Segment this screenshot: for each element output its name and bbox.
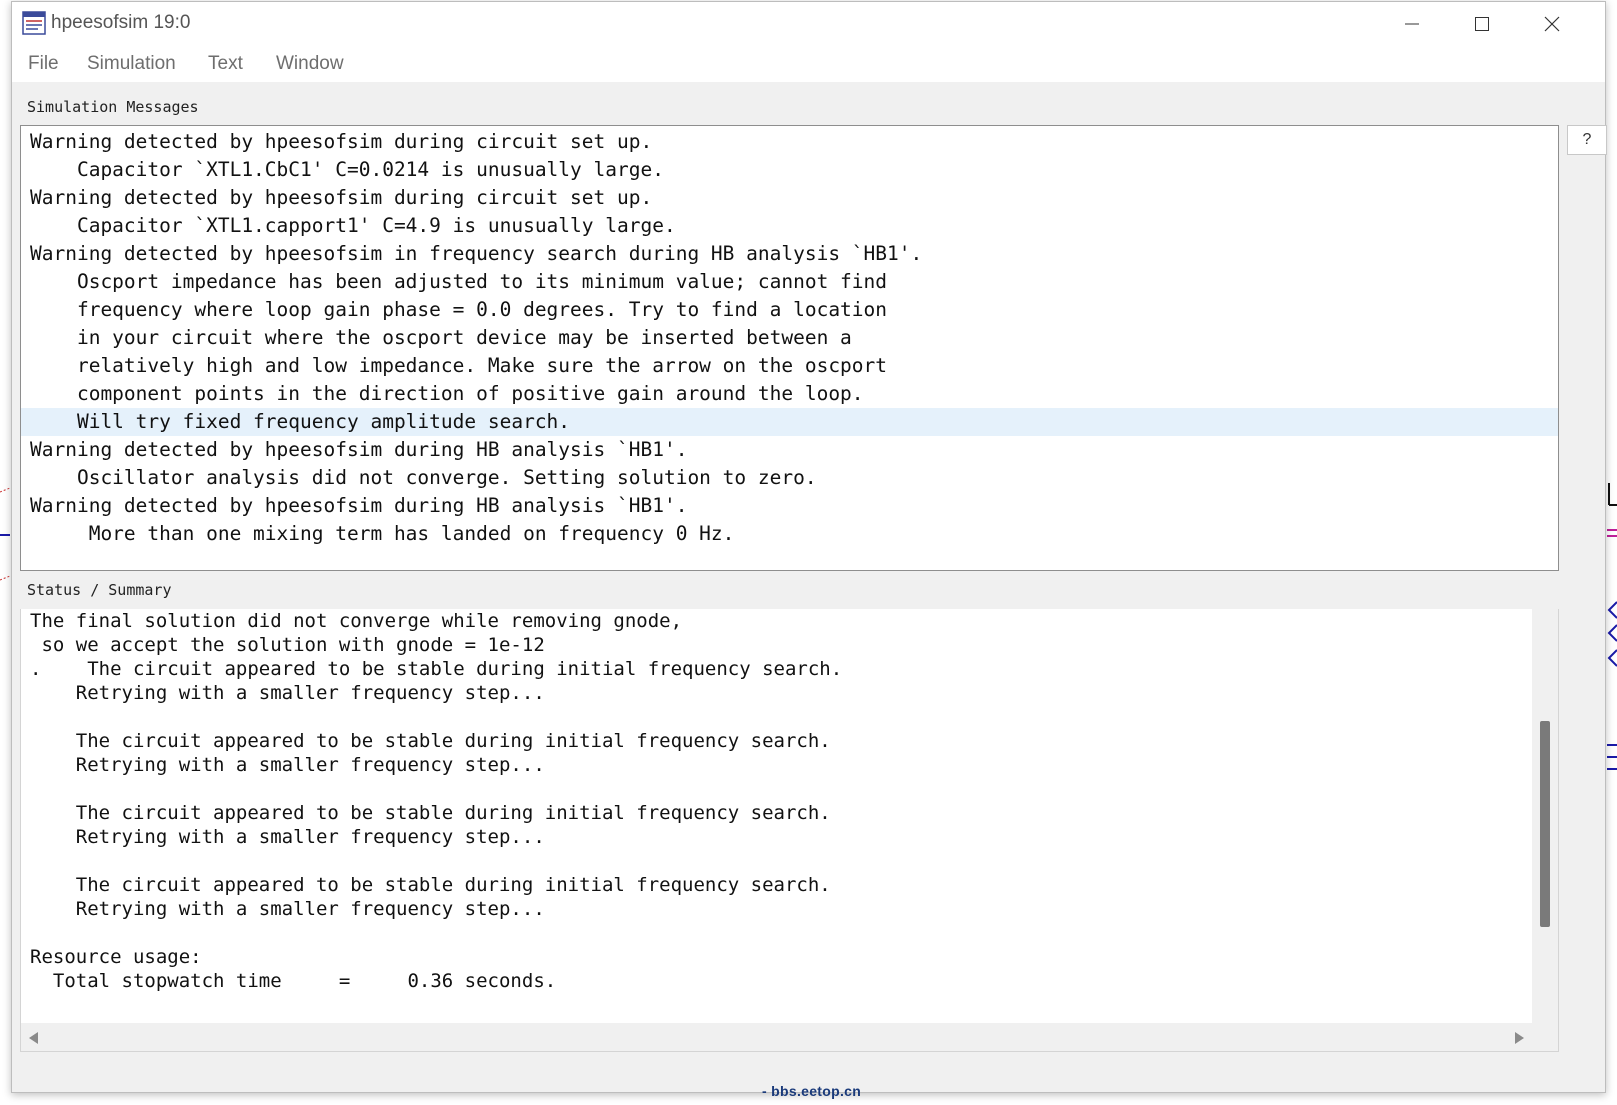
- close-icon: [1544, 16, 1560, 32]
- message-line[interactable]: relatively high and low impedance. Make …: [21, 352, 1558, 380]
- status-line: so we accept the solution with gnode = 1…: [30, 634, 545, 656]
- status-line: [21, 777, 1526, 801]
- message-line[interactable]: Warning detected by hpeesofsim in freque…: [21, 240, 1558, 268]
- status-line: Retrying with a smaller frequency step..…: [30, 754, 545, 776]
- message-line[interactable]: Warning detected by hpeesofsim during ci…: [21, 128, 1558, 156]
- horizontal-scrollbar[interactable]: [21, 1023, 1558, 1051]
- menu-window[interactable]: Window: [276, 52, 344, 76]
- scroll-right-icon[interactable]: [1515, 1032, 1524, 1044]
- minimize-button[interactable]: [1377, 2, 1447, 46]
- message-line[interactable]: in your circuit where the oscport device…: [21, 324, 1558, 352]
- simulation-messages-label: Simulation Messages: [27, 98, 199, 116]
- status-line: Retrying with a smaller frequency step..…: [30, 898, 545, 920]
- menu-file[interactable]: File: [28, 52, 59, 76]
- status-line: The final solution did not converge whil…: [30, 610, 683, 632]
- menu-text[interactable]: Text: [208, 52, 243, 76]
- menu-simulation[interactable]: Simulation: [87, 52, 176, 76]
- watermark: - bbs.eetop.cn: [762, 1083, 862, 1099]
- message-line[interactable]: component points in the direction of pos…: [21, 380, 1558, 408]
- status-line: [21, 705, 1526, 729]
- scroll-left-icon[interactable]: [29, 1032, 38, 1044]
- status-line: The circuit appeared to be stable during…: [30, 730, 831, 752]
- message-line[interactable]: Warning detected by hpeesofsim during HB…: [21, 436, 1558, 464]
- title-bar[interactable]: hpeesofsim 19:0: [12, 2, 1605, 46]
- message-line[interactable]: Warning detected by hpeesofsim during HB…: [21, 492, 1558, 520]
- message-line[interactable]: Oscport impedance has been adjusted to i…: [21, 268, 1558, 296]
- status-line: Total stopwatch time = 0.36 seconds.: [30, 970, 557, 992]
- message-line[interactable]: Oscillator analysis did not converge. Se…: [21, 464, 1558, 492]
- maximize-icon: [1475, 17, 1489, 31]
- status-line: Resource usage:: [30, 946, 202, 968]
- vertical-scrollbar[interactable]: [1532, 609, 1558, 1023]
- status-summary-label: Status / Summary: [27, 581, 172, 599]
- menu-bar: File Simulation Text Window: [12, 46, 1605, 82]
- message-line[interactable]: Warning detected by hpeesofsim during ci…: [21, 184, 1558, 212]
- message-line-selected[interactable]: Will try fixed frequency amplitude searc…: [21, 408, 1558, 436]
- simulation-messages-panel[interactable]: Warning detected by hpeesofsim during ci…: [20, 125, 1559, 571]
- help-button[interactable]: ?: [1567, 125, 1607, 155]
- status-line: Retrying with a smaller frequency step..…: [30, 826, 545, 848]
- simulator-window: hpeesofsim 19:0 File Simulation Text Win…: [11, 1, 1607, 1093]
- maximize-button[interactable]: [1447, 2, 1517, 46]
- app-icon: [22, 11, 46, 35]
- status-line: [21, 921, 1526, 945]
- status-line: Retrying with a smaller frequency step..…: [30, 682, 545, 704]
- window-title: hpeesofsim 19:0: [51, 12, 191, 33]
- minimize-icon: [1405, 23, 1419, 25]
- status-summary-panel[interactable]: The final solution did not converge whil…: [20, 609, 1559, 1052]
- message-line[interactable]: Capacitor `XTL1.capport1' C=4.9 is unusu…: [21, 212, 1558, 240]
- message-line[interactable]: frequency where loop gain phase = 0.0 de…: [21, 296, 1558, 324]
- status-line: The circuit appeared to be stable during…: [30, 874, 831, 896]
- status-line: [21, 849, 1526, 873]
- close-button[interactable]: [1517, 2, 1587, 46]
- status-line: . The circuit appeared to be stable duri…: [30, 658, 843, 680]
- vertical-scroll-thumb[interactable]: [1540, 721, 1550, 927]
- message-line[interactable]: Capacitor `XTL1.CbC1' C=0.0214 is unusua…: [21, 156, 1558, 184]
- status-line: The circuit appeared to be stable during…: [30, 802, 831, 824]
- message-line[interactable]: More than one mixing term has landed on …: [21, 520, 1558, 548]
